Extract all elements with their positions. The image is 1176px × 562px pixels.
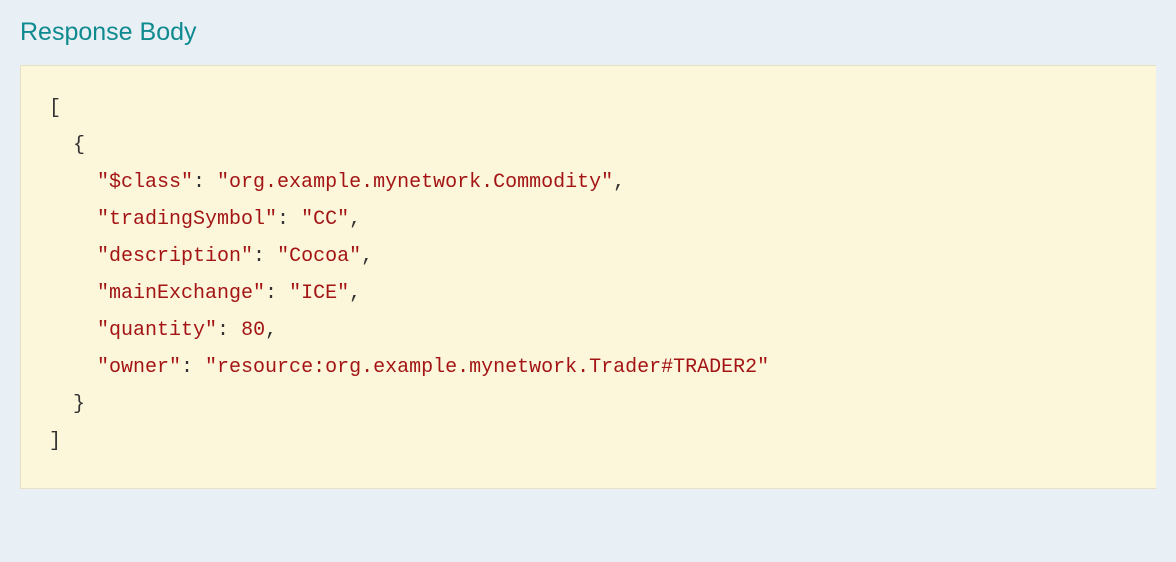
response-body-title: Response Body bbox=[20, 18, 1156, 47]
response-body-code[interactable]: [ { "$class": "org.example.mynetwork.Com… bbox=[49, 90, 1128, 460]
response-body-container: [ { "$class": "org.example.mynetwork.Com… bbox=[20, 65, 1156, 489]
